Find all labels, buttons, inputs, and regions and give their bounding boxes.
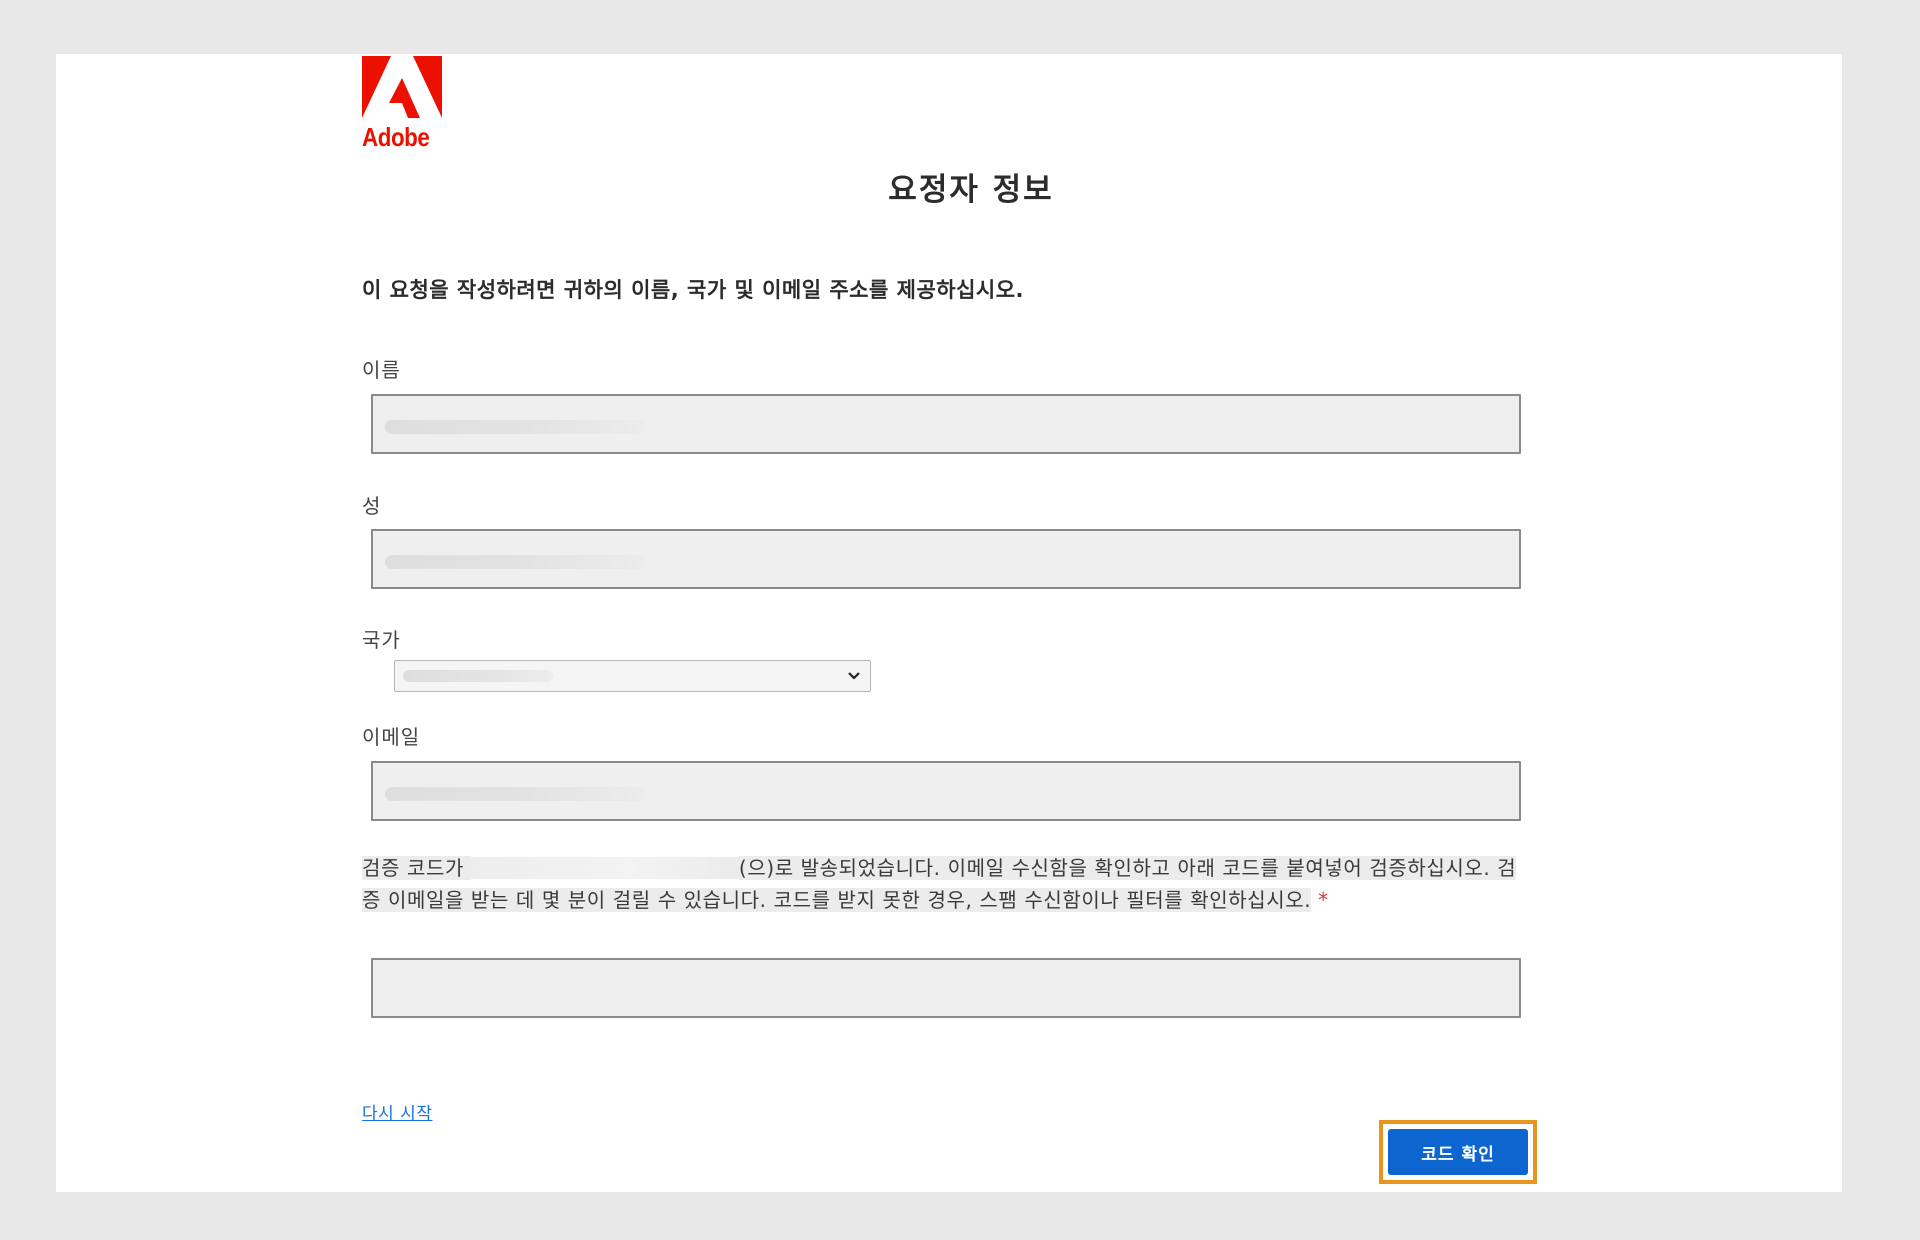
first-name-input[interactable]: [371, 394, 1521, 454]
redacted-value: [385, 787, 645, 801]
email-input[interactable]: [371, 761, 1521, 821]
logo-wordmark: Adobe: [362, 122, 430, 152]
country-label: 국가: [362, 628, 401, 652]
redacted-value: [385, 555, 645, 569]
redacted-email: [470, 857, 739, 879]
chevron-down-icon: [848, 672, 860, 680]
verification-prefix: 검증 코드가: [362, 856, 471, 880]
verify-code-button[interactable]: 코드 확인: [1388, 1129, 1528, 1175]
last-name-input[interactable]: [371, 529, 1521, 589]
request-form-page: Adobe 요정자 정보 이 요청을 작성하려면 귀하의 이름, 국가 및 이메…: [56, 54, 1842, 1192]
adobe-logo-icon: [362, 56, 442, 118]
required-mark: *: [1318, 888, 1329, 912]
email-label: 이메일: [362, 725, 421, 749]
form-intro-text: 이 요청을 작성하려면 귀하의 이름, 국가 및 이메일 주소를 제공하십시오.: [362, 278, 1025, 302]
redacted-value: [403, 670, 553, 682]
page-title: 요정자 정보: [888, 172, 1054, 208]
verify-code-button-highlight: 코드 확인: [1379, 1120, 1537, 1184]
verification-instructions: 검증 코드가 (으)로 발송되었습니다. 이메일 수신함을 확인하고 아래 코드…: [362, 852, 1532, 916]
redacted-value: [385, 420, 645, 434]
adobe-logo: Adobe: [362, 56, 444, 153]
first-name-label: 이름: [362, 358, 401, 382]
country-select[interactable]: [394, 660, 871, 692]
last-name-label: 성: [362, 494, 382, 518]
restart-link[interactable]: 다시 시작: [362, 1099, 432, 1124]
verification-code-input[interactable]: [371, 958, 1521, 1018]
